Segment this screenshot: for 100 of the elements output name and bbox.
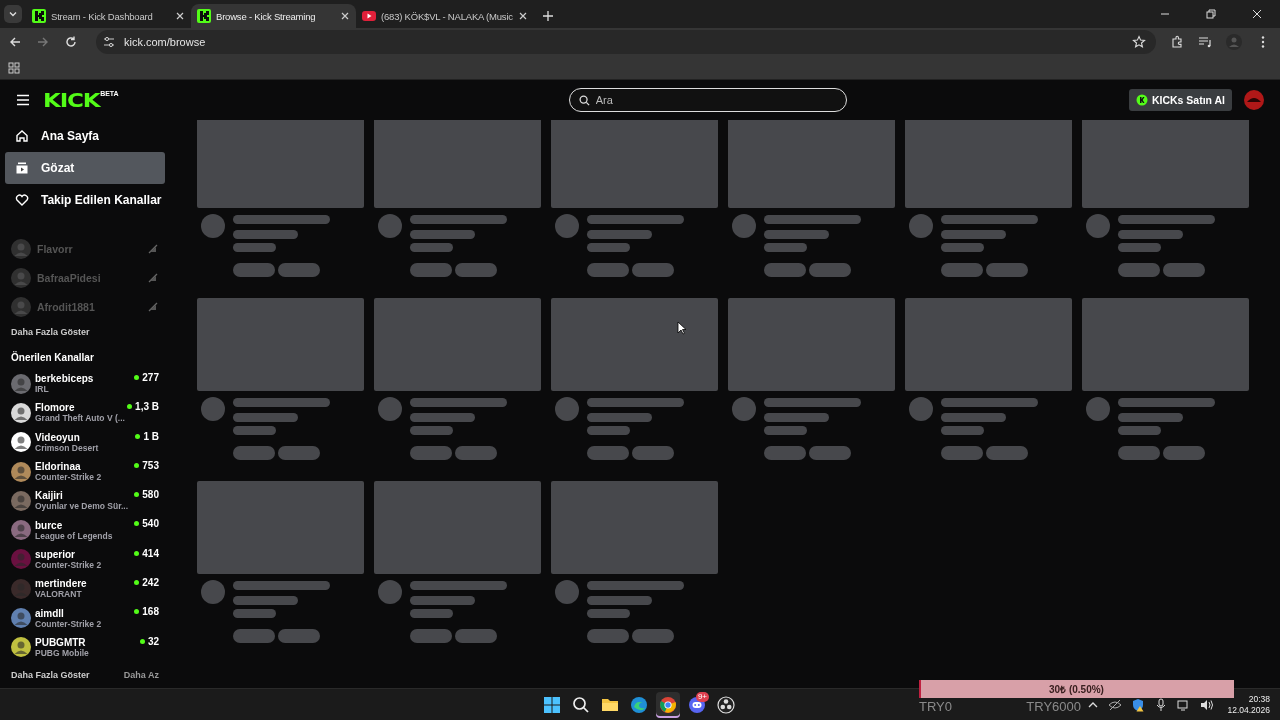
tag-placeholder (233, 263, 275, 277)
close-icon[interactable] (340, 11, 350, 21)
text-placeholder (1118, 230, 1183, 239)
forward-icon[interactable] (36, 35, 50, 49)
nav-item[interactable]: Gözat (5, 152, 165, 184)
text-placeholder (1118, 426, 1161, 435)
hidden-eye-icon[interactable] (1108, 697, 1123, 712)
avatar-placeholder (201, 580, 225, 604)
live-dot (134, 492, 140, 498)
text-placeholder (410, 609, 453, 618)
text-placeholder (410, 230, 475, 239)
avatar-placeholder (555, 214, 579, 238)
text-placeholder (587, 426, 630, 435)
avatar-placeholder (201, 214, 225, 238)
recommended-channel[interactable]: Videoyun Crimson Desert 1 B (11, 427, 159, 457)
live-dot (134, 521, 140, 527)
channel-avatar (11, 608, 31, 628)
live-dot (134, 550, 140, 556)
apps-grid-icon[interactable] (8, 61, 20, 74)
search-field[interactable]: Ara (568, 88, 847, 112)
text-placeholder (1118, 243, 1161, 252)
text-placeholder (410, 243, 453, 252)
mouse-pointer-icon (677, 321, 687, 335)
channel-avatar (11, 373, 31, 394)
show-more-link[interactable]: Daha Fazla Göster (11, 327, 175, 337)
recommended-channel[interactable]: Kaijiri Oyunlar ve Demo Sür... 580 (11, 486, 159, 516)
buy-kicks-button[interactable]: KICKs Satın Al (1128, 89, 1232, 111)
channel-avatar (11, 637, 31, 658)
speaker-icon[interactable] (1200, 697, 1215, 712)
text-placeholder (233, 426, 276, 435)
tag-placeholder (410, 263, 452, 277)
kick-favicon-icon (32, 9, 46, 23)
recommended-channel[interactable]: burce League of Legends 540 (11, 515, 159, 545)
offline-icon (147, 271, 159, 284)
tag-placeholder (233, 629, 275, 643)
back-icon[interactable] (8, 35, 22, 49)
browser-tab[interactable]: Browse - Kick Streaming (191, 4, 356, 28)
taskbar-app[interactable]: 9+ (685, 691, 709, 718)
avatar-placeholder (555, 580, 579, 604)
recommended-channel[interactable]: berkebiceps IRL 277 (11, 369, 159, 399)
close-icon[interactable] (517, 11, 528, 21)
site-settings-icon[interactable] (102, 35, 116, 49)
close-icon[interactable] (1251, 8, 1263, 20)
restore-icon[interactable] (1205, 8, 1217, 20)
channel-avatar (11, 432, 31, 453)
media-control-icon[interactable] (1198, 35, 1212, 49)
text-placeholder (233, 609, 276, 618)
channel-avatar (11, 520, 31, 541)
goal-max-label: TRY6000 (1026, 699, 1081, 714)
bookmark-star-icon[interactable] (1132, 35, 1146, 49)
taskbar-clock[interactable]: 20:38 12.04.2026 (1227, 693, 1270, 716)
search-icon (572, 695, 590, 714)
show-less-link[interactable]: Daha Az (123, 669, 159, 680)
youtube-favicon-icon (362, 9, 376, 23)
new-tab-icon[interactable] (541, 10, 554, 22)
viewer-count: 414 (142, 547, 159, 559)
kick-logo[interactable]: KICK (43, 90, 100, 110)
tag-placeholder (809, 446, 851, 460)
close-icon[interactable] (175, 11, 185, 21)
tag-placeholder (941, 446, 983, 460)
chrome-browser-icon (659, 695, 677, 714)
taskbar-app[interactable] (656, 691, 680, 718)
text-placeholder (764, 413, 829, 422)
live-dot (127, 404, 133, 410)
notification-badge: 9+ (695, 691, 709, 702)
address-bar[interactable]: kick.com/browse (96, 30, 1156, 54)
recommended-channel[interactable]: superior Counter-Strike 2 414 (11, 544, 159, 575)
recommended-channel[interactable]: Eldorinaa Counter-Strike 2 753 (11, 456, 159, 487)
extensions-icon[interactable] (1170, 35, 1184, 49)
tab-search-button[interactable] (4, 5, 22, 23)
avatar-placeholder (1086, 214, 1110, 238)
recommended-channel[interactable]: PUBGMTR PUBG Mobile 32 (11, 632, 159, 662)
channel-avatar (11, 402, 31, 423)
avatar-placeholder (909, 397, 933, 421)
user-avatar[interactable] (1244, 90, 1264, 110)
avatar-placeholder (555, 397, 579, 421)
reload-icon[interactable] (64, 35, 78, 49)
goal-min-label: TRY0 (919, 699, 952, 714)
browser-tab[interactable]: (683) KÖK$VL - NALAKA (Music (356, 4, 534, 28)
nav-item[interactable]: Ana Sayfa (5, 120, 165, 152)
menu-icon[interactable] (16, 94, 30, 106)
channel-avatar (11, 578, 31, 599)
tab-title: (683) KÖK$VL - NALAKA (Music (381, 10, 513, 22)
offline-icon (147, 242, 159, 255)
shield-warning-icon[interactable] (1131, 697, 1146, 712)
browser-tab[interactable]: Stream - Kick Dashboard (26, 4, 191, 28)
browse-icon (15, 161, 29, 175)
live-dot (139, 638, 145, 644)
viewer-count: 753 (142, 459, 159, 471)
section-title: Önerilen Kanallar (11, 352, 95, 363)
tag-placeholder (410, 446, 452, 460)
nav-item[interactable]: Takip Edilen Kanallar (5, 184, 165, 216)
text-placeholder (941, 243, 984, 252)
tag-placeholder (1163, 446, 1205, 460)
tag-placeholder (632, 446, 674, 460)
recommended-channel[interactable]: Flomore Grand Theft Auto V (... 1,3 B (11, 398, 159, 428)
recommended-channel[interactable]: mertindere VALORANT 242 (11, 574, 159, 604)
recommended-channel[interactable]: aimdll Counter-Strike 2 168 (11, 603, 159, 633)
avatar-placeholder (1086, 397, 1110, 421)
show-more-link[interactable]: Daha Fazla Göster (11, 669, 90, 680)
